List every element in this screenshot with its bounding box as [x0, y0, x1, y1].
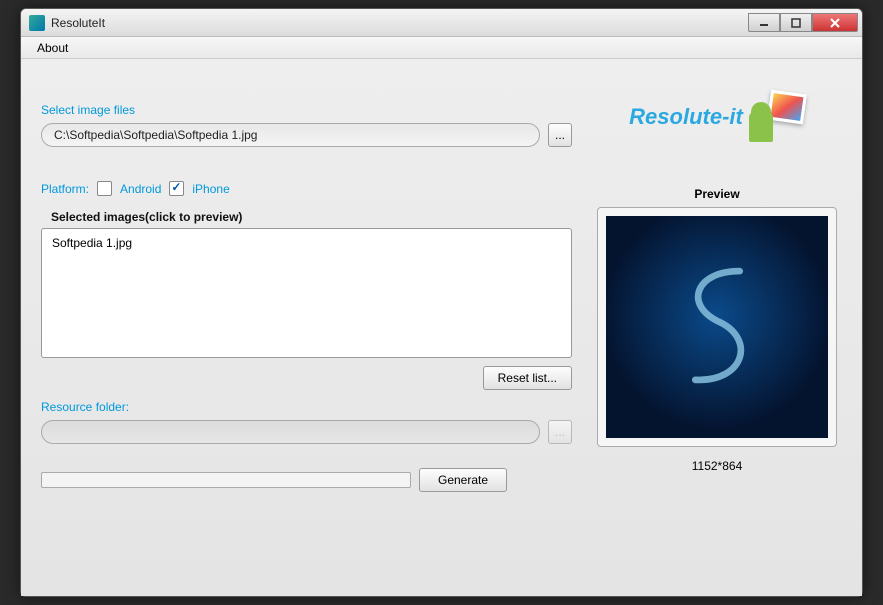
browse-resource-button: ... [548, 420, 572, 444]
android-icon [749, 112, 773, 142]
client-area: Select image files ... Platform: Android… [21, 59, 862, 596]
platform-label: Platform: [41, 182, 89, 196]
reset-list-button[interactable]: Reset list... [483, 366, 572, 390]
app-icon [29, 15, 45, 31]
android-checkbox[interactable] [97, 181, 112, 196]
minimize-icon [759, 18, 769, 28]
preview-label: Preview [694, 187, 739, 201]
maximize-icon [791, 18, 801, 28]
menu-about[interactable]: About [29, 39, 76, 57]
select-files-label: Select image files [41, 103, 572, 117]
file-path-input[interactable] [41, 123, 540, 147]
preview-image[interactable] [606, 216, 828, 438]
preview-box [597, 207, 837, 447]
minimize-button[interactable] [748, 13, 780, 32]
maximize-button[interactable] [780, 13, 812, 32]
selected-images-list[interactable]: Softpedia 1.jpg [41, 228, 572, 358]
window-title: ResoluteIt [51, 16, 748, 30]
app-window: ResoluteIt About Select image files ... [20, 8, 863, 597]
iphone-checkbox[interactable] [169, 181, 184, 196]
resource-folder-input [41, 420, 540, 444]
selected-images-label: Selected images(click to preview) [51, 210, 572, 224]
titlebar[interactable]: ResoluteIt [21, 9, 862, 37]
close-button[interactable] [812, 13, 858, 32]
close-icon [829, 18, 841, 28]
list-item[interactable]: Softpedia 1.jpg [52, 235, 561, 251]
app-logo: Resolute-it [592, 77, 842, 157]
android-label: Android [120, 182, 161, 196]
progress-bar [41, 472, 411, 488]
iphone-label: iPhone [192, 182, 229, 196]
browse-files-button[interactable]: ... [548, 123, 572, 147]
resource-folder-label: Resource folder: [41, 400, 572, 414]
logo-text: Resolute-it [629, 104, 743, 130]
photo-icon [767, 90, 807, 125]
generate-button[interactable]: Generate [419, 468, 507, 492]
preview-dimensions: 1152*864 [692, 459, 743, 473]
menubar: About [21, 37, 862, 59]
